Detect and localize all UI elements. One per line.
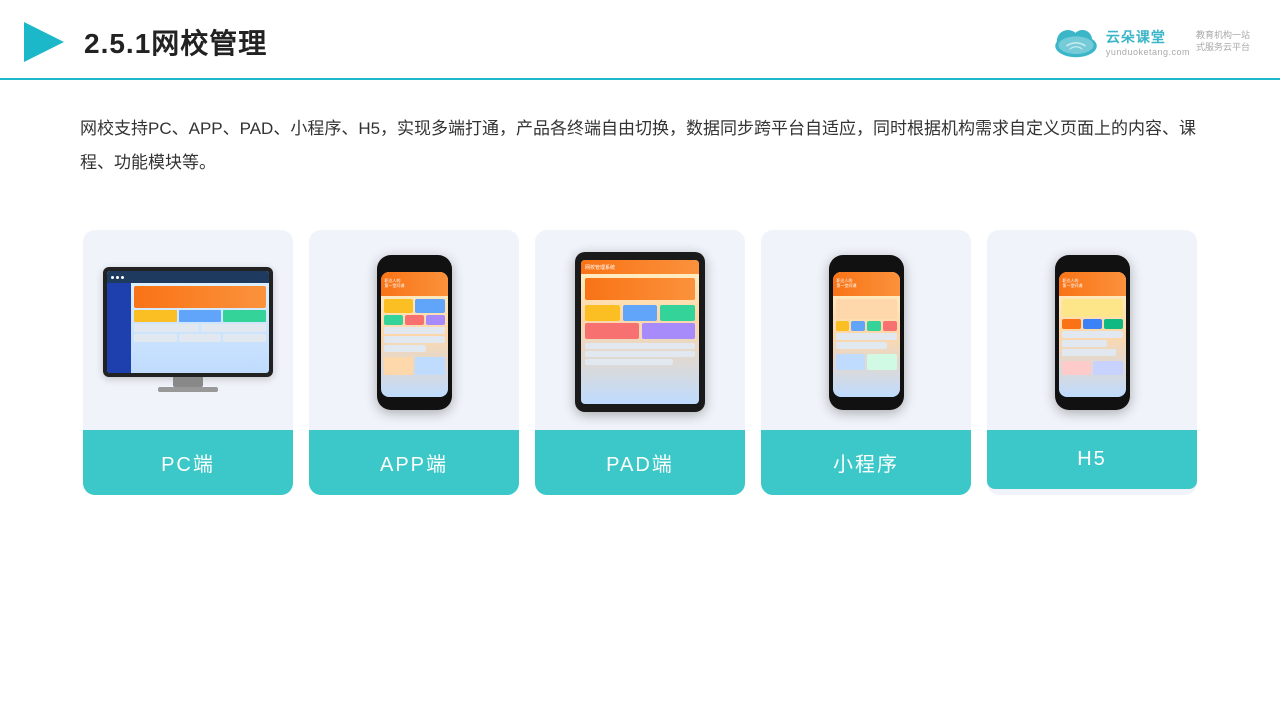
tablet-mockup: 网校管理系统 [575, 252, 705, 412]
card-app: 职达人的第一堂问课 [309, 230, 519, 495]
play-icon [20, 18, 68, 66]
card-pad-label: PAD端 [535, 430, 745, 495]
card-pc-image [83, 230, 293, 430]
logo-text: 云朵课堂 yunduoketang.com [1106, 27, 1190, 57]
cloud-logo-icon [1052, 23, 1100, 61]
card-h5: 职达人的第一堂问课 [987, 230, 1197, 495]
card-miniprogram-label: 小程序 [761, 430, 971, 495]
card-miniprogram: 职达人的第一堂问课 [761, 230, 971, 495]
card-app-label: APP端 [309, 430, 519, 495]
card-pc: PC端 [83, 230, 293, 495]
card-pad: 网校管理系统 [535, 230, 745, 495]
miniprogram-phone-mockup: 职达人的第一堂问课 [829, 255, 904, 410]
h5-phone-mockup: 职达人的第一堂问课 [1055, 255, 1130, 410]
header-left: 2.5.1网校管理 [20, 18, 267, 66]
card-h5-label: H5 [987, 430, 1197, 489]
card-pc-label: PC端 [83, 430, 293, 495]
header: 2.5.1网校管理 云朵课堂 yunduoketang.com 教育机构一站式服… [0, 0, 1280, 80]
page-title: 2.5.1网校管理 [84, 22, 267, 62]
logo-area: 云朵课堂 yunduoketang.com 教育机构一站式服务云平台 [1052, 23, 1250, 61]
phone-mockup: 职达人的第一堂问课 [377, 255, 452, 410]
card-miniprogram-image: 职达人的第一堂问课 [761, 230, 971, 430]
card-app-image: 职达人的第一堂问课 [309, 230, 519, 430]
card-h5-image: 职达人的第一堂问课 [987, 230, 1197, 430]
logo-slogan: 教育机构一站式服务云平台 [1196, 30, 1250, 53]
description-text: 网校支持PC、APP、PAD、小程序、H5，实现多端打通，产品各终端自由切换，数… [0, 80, 1280, 200]
cards-container: PC端 职达人的第一堂问课 [0, 200, 1280, 495]
card-pad-image: 网校管理系统 [535, 230, 745, 430]
monitor-mockup [103, 267, 273, 397]
